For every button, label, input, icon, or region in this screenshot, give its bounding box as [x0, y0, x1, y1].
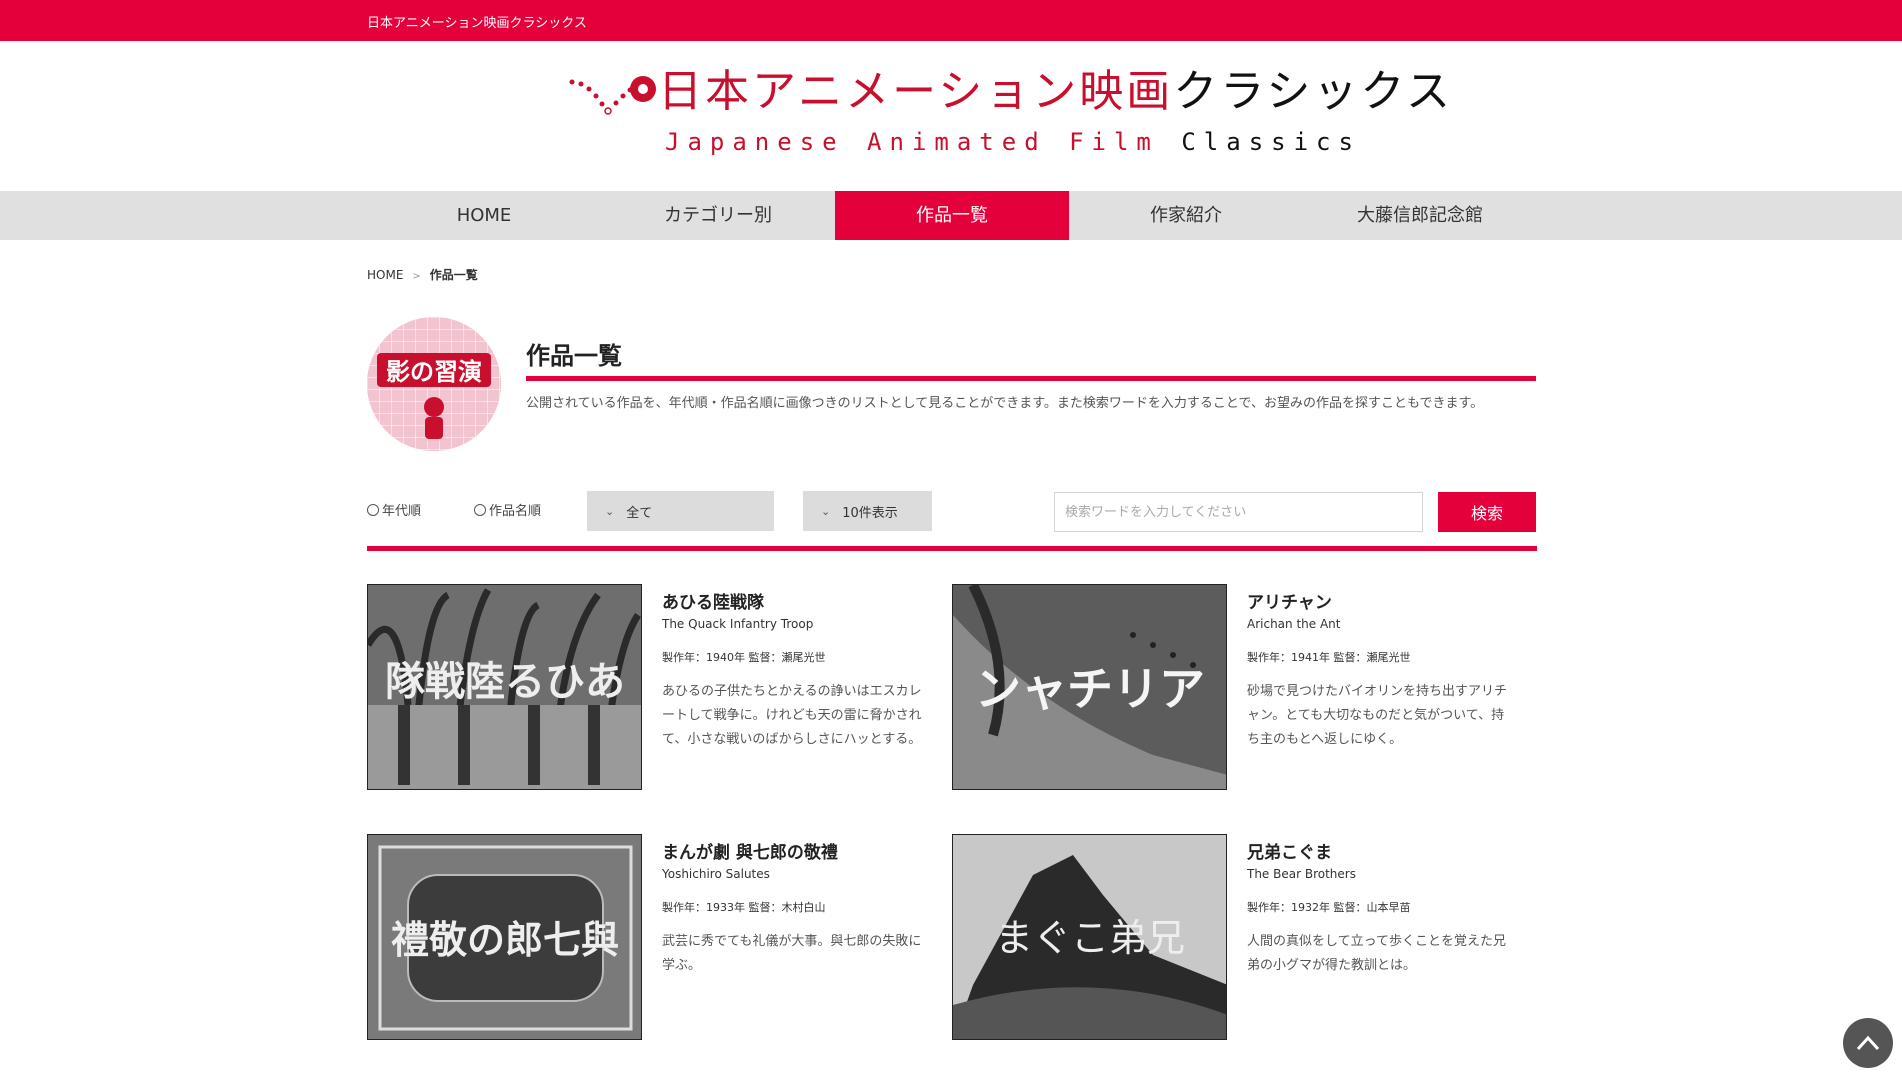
work-meta: 製作年：1932年 監督：山本早苗 [1247, 901, 1411, 914]
site-logo[interactable]: 日本アニメーション映画クラシックス Japanese Animated Film… [568, 66, 1450, 162]
nav-category[interactable]: カテゴリー別 [601, 191, 835, 240]
chevron-down-icon: ⌄ [821, 504, 831, 518]
thumbnail-title-text: 隊戦陸るひあ [385, 659, 625, 705]
logo-english-title: Japanese Animated Film Classics [665, 128, 1361, 156]
work-english-title: The Quack Infantry Troop [662, 617, 814, 631]
radio-circle-icon [367, 503, 379, 516]
page-title: 作品一覧 [526, 342, 622, 370]
thumbnail-title-text: 禮敬の郎七與 [391, 918, 619, 962]
sort-by-year-radio[interactable]: 年代順 [367, 500, 421, 519]
work-title[interactable]: あひる陸戦隊 [662, 588, 764, 613]
work-description: 砂場で見つけたバイオリンを持ち出すアリチャン。とても大切なものだと気がついて、持… [1247, 684, 1508, 747]
work-meta: 製作年：1941年 監督：瀬尾光世 [1247, 651, 1411, 664]
work-description: あひるの子供たちとかえるの諍いはエスカレートして戦争に。けれども天の雷に脅かされ… [662, 684, 922, 747]
work-card[interactable]: まぐこ弟兄 兄弟こぐま The Bear Brothers 製作年：1932年 … [952, 834, 1536, 1040]
work-thumbnail[interactable]: 隊戦陸るひあ [367, 584, 642, 790]
nav-artists[interactable]: 作家紹介 [1069, 191, 1303, 240]
work-description: 人間の真似をして立って歩くことを覚えた兄弟の小グマが得た教訓とは。 [1247, 934, 1506, 973]
top-bar: 日本アニメーション映画クラシックス [0, 0, 1902, 41]
list-controls: 年代順 作品名順 ⌄ 全て ⌄ 10件表示 検索 [367, 490, 1537, 534]
work-english-title: Yoshichiro Salutes [662, 867, 770, 881]
work-english-title: The Bear Brothers [1247, 867, 1356, 881]
work-title[interactable]: まんが劇 與七郎の敬禮 [662, 838, 838, 863]
scroll-to-top-button[interactable] [1843, 1018, 1893, 1068]
page-icon-image: 影の習演 [367, 317, 501, 451]
work-meta: 製作年：1933年 監督：木村白山 [662, 901, 826, 914]
controls-divider [367, 546, 1537, 551]
film-reel-logo-icon [569, 76, 656, 115]
work-english-title: Arichan the Ant [1247, 617, 1341, 631]
work-card[interactable]: ンャチリア アリチャン Arichan the Ant 製作年：1941年 監督… [952, 584, 1536, 790]
site-name: 日本アニメーション映画クラシックス [367, 16, 587, 31]
work-title[interactable]: 兄弟こぐま [1247, 838, 1332, 863]
logo-japanese-title: 日本アニメーション映画クラシックス [658, 66, 1454, 117]
nav-ofuji-memorial[interactable]: 大藤信郎記念館 [1303, 191, 1537, 240]
work-thumbnail[interactable]: まぐこ弟兄 [952, 834, 1227, 1040]
work-thumbnail[interactable]: 禮敬の郎七與 [367, 834, 642, 1040]
breadcrumb: HOME > 作品一覧 [367, 266, 478, 283]
chevron-up-icon [1856, 1035, 1880, 1051]
work-card[interactable]: 隊戦陸るひあ あひる陸戦隊 The Quack Infantry Troop 製… [367, 584, 951, 790]
chevron-down-icon: ⌄ [605, 504, 615, 518]
search-button[interactable]: 検索 [1438, 492, 1536, 532]
nav-works-list[interactable]: 作品一覧 [835, 191, 1069, 240]
thumbnail-title-text: まぐこ弟兄 [995, 916, 1185, 960]
page-icon-text: 影の習演 [386, 358, 482, 386]
work-description: 武芸に秀でても礼儀が大事。與七郎の失敗に学ぶ。 [662, 934, 922, 973]
search-input[interactable] [1054, 492, 1423, 532]
sort-by-title-radio[interactable]: 作品名順 [474, 500, 541, 519]
breadcrumb-separator: > [412, 271, 421, 282]
count-select[interactable]: ⌄ 10件表示 [803, 491, 932, 531]
work-thumbnail[interactable]: ンャチリア [952, 584, 1227, 790]
breadcrumb-current: 作品一覧 [429, 268, 478, 282]
title-divider [526, 376, 1536, 381]
work-card[interactable]: 禮敬の郎七與 まんが劇 與七郎の敬禮 Yoshichiro Salutes 製作… [367, 834, 951, 1040]
breadcrumb-home[interactable]: HOME [367, 268, 403, 282]
main-nav: HOME カテゴリー別 作品一覧 作家紹介 大藤信郎記念館 [0, 191, 1902, 240]
thumbnail-title-text: ンャチリア [975, 662, 1205, 716]
category-select[interactable]: ⌄ 全て [587, 491, 774, 531]
nav-home[interactable]: HOME [367, 191, 601, 240]
work-title[interactable]: アリチャン [1247, 588, 1332, 613]
page-description: 公開されている作品を、年代順・作品名順に画像つきのリストとして見ることができます… [526, 396, 1484, 411]
work-meta: 製作年：1940年 監督：瀬尾光世 [662, 651, 826, 664]
radio-circle-icon [474, 503, 486, 516]
